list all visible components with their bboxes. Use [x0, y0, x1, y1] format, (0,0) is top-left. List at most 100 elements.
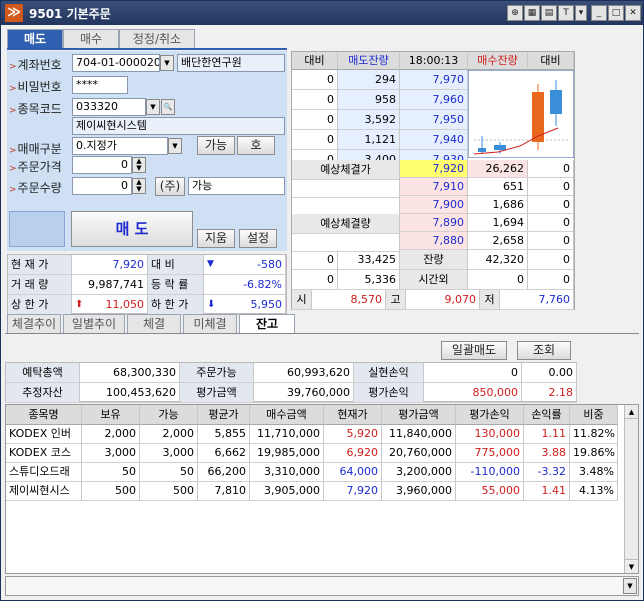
lower-limit: 5,950 [220, 295, 286, 315]
table-cell: -110,000 [456, 463, 524, 482]
trade-type-select[interactable]: 0.지정가 [72, 137, 168, 155]
empty-cell [292, 196, 400, 216]
rate-value: -6.82% [204, 275, 286, 295]
ask-price[interactable]: 7,940 [400, 130, 468, 150]
code-input[interactable]: 033320 [72, 98, 146, 116]
low-label: 저 [480, 290, 500, 310]
close-icon[interactable]: ✕ [625, 5, 641, 21]
calc-icon[interactable]: ▤ [541, 5, 557, 21]
chevron-down-icon[interactable]: ▼ [623, 578, 637, 594]
mini-candle-chart [468, 70, 574, 158]
table-cell: 3,960,000 [382, 482, 456, 501]
tab-bottom-2[interactable]: 체결 [127, 314, 181, 334]
bid-price[interactable]: 7,890 [400, 214, 468, 232]
available-button[interactable]: 가능 [197, 136, 235, 155]
chevron-down-icon[interactable]: ▼ [146, 99, 160, 115]
chevron-down-icon[interactable]: ▼ [168, 138, 182, 154]
chevron-down-icon[interactable]: ▼ [160, 55, 174, 71]
est-assets-label: 추정자산 [6, 383, 80, 403]
quote-button[interactable]: 호 [237, 136, 275, 155]
grid-icon[interactable]: ▦ [524, 5, 540, 21]
table-cell: 11,840,000 [382, 425, 456, 444]
tab-bottom-4[interactable]: 잔고 [239, 314, 295, 334]
app-logo-icon: ≫ [5, 4, 23, 22]
lower-limit-label: 하 한 가 [148, 295, 204, 315]
price-stepper[interactable]: ▲ ▼ [132, 157, 146, 173]
table-cell: 50 [82, 463, 140, 482]
holdings-col-header: 현재가 [324, 405, 382, 425]
status-bar: ▼ [5, 576, 639, 596]
minimize-icon[interactable]: _ [591, 5, 607, 21]
upper-limit: 11,050 [88, 295, 148, 315]
clear-button[interactable]: 지움 [197, 229, 235, 248]
pin-icon[interactable]: ⊕ [507, 5, 523, 21]
account-input[interactable]: 704-01-000020 [72, 54, 160, 72]
bid-price[interactable]: 7,920 [400, 160, 468, 178]
bid-price[interactable]: 7,910 [400, 178, 468, 196]
shares-unit-button[interactable]: (주) [155, 177, 185, 196]
table-cell[interactable]: KODEX 코스 [6, 444, 82, 463]
available-qty: 가능 [188, 177, 285, 195]
maximize-icon[interactable]: □ [608, 5, 624, 21]
settings-button[interactable]: 설정 [239, 229, 277, 248]
holdings-col-header: 매수금액 [250, 405, 324, 425]
price-input[interactable]: 0 [72, 156, 132, 174]
quote-info: 현 재 가 7,920 대 비 ▼ -580 거 래 량 9,987,741 등… [7, 254, 287, 315]
ask-diff: 0 [292, 70, 338, 90]
ask-price[interactable]: 7,950 [400, 110, 468, 130]
bid-diff: 0 [528, 160, 574, 178]
up-arrow-icon: ⬆ [72, 295, 88, 315]
table-cell: 3.48% [570, 463, 618, 482]
ob-header-bid-qty: 매수잔량 [468, 52, 528, 70]
tab-buy[interactable]: 매수 [63, 29, 119, 49]
bid-diff: 0 [528, 214, 574, 232]
empty-cell [292, 232, 400, 252]
realized-label: 실현손익 [354, 363, 424, 383]
qty-stepper[interactable]: ▲ ▼ [132, 178, 146, 194]
table-cell: 20,760,000 [382, 444, 456, 463]
tab-modify-cancel[interactable]: 정정/취소 [119, 29, 195, 49]
table-cell: 50 [140, 463, 198, 482]
ah-bid-qty: 0 [468, 270, 528, 290]
scroll-up-icon[interactable]: ▲ [625, 405, 638, 419]
account-label: >계좌번호 [9, 58, 62, 72]
realized-value: 0 [424, 363, 522, 383]
tab-bottom-3[interactable]: 미체결 [183, 314, 237, 334]
dropdown-icon[interactable]: ▾ [575, 5, 587, 21]
vertical-scrollbar[interactable]: ▲ ▼ [624, 405, 638, 573]
order-form-panel: >계좌번호 704-01-000020 ▼ 배단한연구원 >비밀번호 **** … [7, 51, 287, 251]
bid-price[interactable]: 7,880 [400, 232, 468, 250]
sell-all-button[interactable]: 일괄매도 [441, 341, 507, 360]
eval-amount-value: 39,760,000 [254, 383, 354, 403]
table-cell[interactable]: KODEX 인버 [6, 425, 82, 444]
balance-summary: 예탁총액 68,300,330 주문가능 60,993,620 실현손익 0 0… [5, 362, 577, 403]
password-input[interactable]: **** [72, 76, 128, 94]
scroll-down-icon[interactable]: ▼ [625, 559, 638, 573]
ob-header-time: 18:00:13 [400, 52, 468, 70]
exp-price-label: 예상체결가 [292, 160, 400, 180]
qty-input[interactable]: 0 [72, 177, 132, 195]
holdings-col-header: 평가손익 [456, 405, 524, 425]
sell-button[interactable]: 매 도 [71, 211, 193, 247]
ask-diff: 0 [292, 110, 338, 130]
query-button[interactable]: 조회 [517, 341, 571, 360]
font-icon[interactable]: T [558, 5, 574, 21]
tab-bottom-1[interactable]: 일별추이 [63, 314, 125, 334]
table-cell[interactable]: 제이씨현시스 [6, 482, 82, 501]
bid-price[interactable]: 7,900 [400, 196, 468, 214]
holdings-col-header: 보유 [82, 405, 140, 425]
change-label: 대 비 [148, 255, 204, 275]
open-label: 시 [292, 290, 312, 310]
table-cell: 775,000 [456, 444, 524, 463]
tab-sell[interactable]: 매도 [7, 29, 63, 49]
spacer-box [9, 211, 65, 247]
ask-price[interactable]: 7,970 [400, 70, 468, 90]
tab-bottom-0[interactable]: 체결추이 [7, 314, 61, 334]
search-icon[interactable]: 🔍 [161, 99, 175, 115]
table-cell: 11,710,000 [250, 425, 324, 444]
high-price: 9,070 [406, 290, 480, 310]
tab-divider [5, 333, 639, 334]
table-cell[interactable]: 스튜디오드래 [6, 463, 82, 482]
holdings-col-header: 비중 [570, 405, 618, 425]
ask-price[interactable]: 7,960 [400, 90, 468, 110]
